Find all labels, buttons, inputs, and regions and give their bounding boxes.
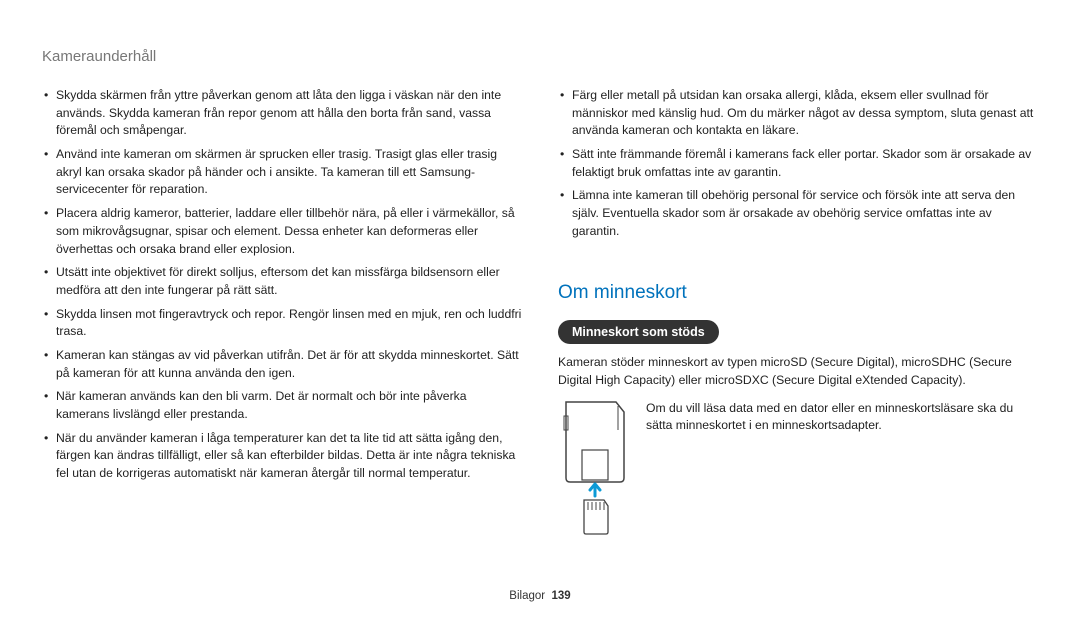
page-footer: Bilagor 139	[0, 590, 1080, 602]
list-item: Skydda linsen mot fingeravtryck och repo…	[42, 306, 522, 341]
page-number: 139	[552, 590, 571, 602]
list-item: Skydda skärmen från yttre påverkan genom…	[42, 87, 522, 140]
adapter-instruction-text: Om du vill läsa data med en dator eller …	[646, 400, 1038, 435]
sd-card-adapter-figure	[558, 400, 632, 538]
list-item: Utsätt inte objektivet för direkt sollju…	[42, 264, 522, 299]
supported-cards-text: Kameran stöder minneskort av typen micro…	[558, 354, 1038, 389]
page-header: Kameraunderhåll	[42, 48, 1038, 65]
left-column: Skydda skärmen från yttre påverkan genom…	[42, 87, 522, 630]
right-column: Färg eller metall på utsidan kan orsaka …	[558, 87, 1038, 630]
list-item: Kameran kan stängas av vid påverkan utif…	[42, 347, 522, 382]
list-item: När du använder kameran i låga temperatu…	[42, 430, 522, 483]
footer-label: Bilagor	[509, 590, 545, 602]
list-item: Färg eller metall på utsidan kan orsaka …	[558, 87, 1038, 140]
list-item: Använd inte kameran om skärmen är spruck…	[42, 146, 522, 199]
list-item: När kameran används kan den bli varm. De…	[42, 388, 522, 423]
list-item: Sätt inte främmande föremål i kamerans f…	[558, 146, 1038, 181]
list-item: Placera aldrig kameror, batterier, ladda…	[42, 205, 522, 258]
pill-supported-cards: Minneskort som stöds	[558, 320, 719, 344]
section-title-memory-cards: Om minneskort	[558, 279, 1038, 307]
list-item: Lämna inte kameran till obehörig persona…	[558, 187, 1038, 240]
